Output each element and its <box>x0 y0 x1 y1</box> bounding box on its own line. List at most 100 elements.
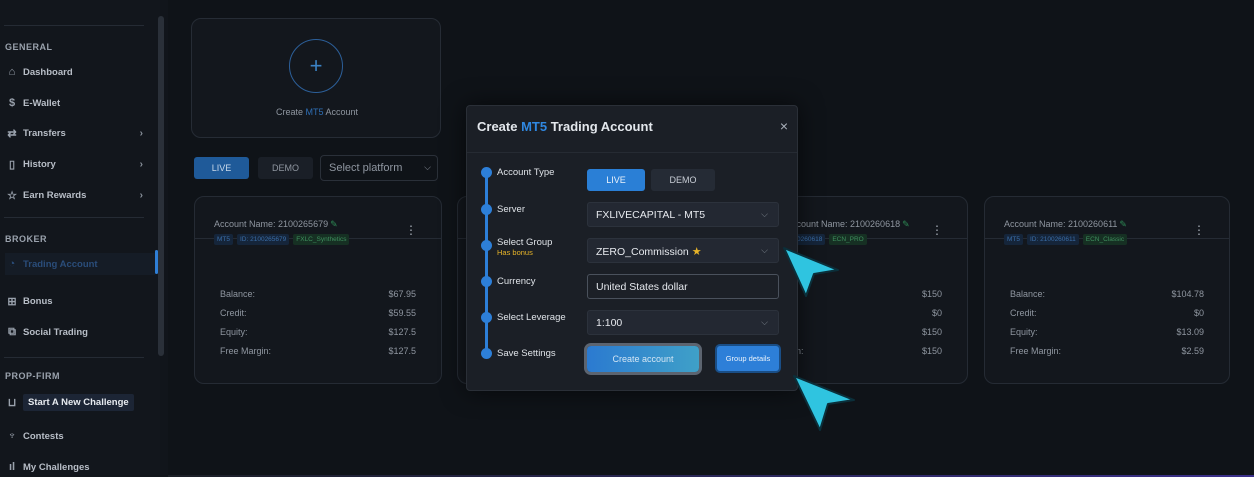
more-options-icon[interactable]: ⋮ <box>1193 223 1205 237</box>
group-details-button[interactable]: Group details <box>717 346 779 371</box>
sidebar-item-history[interactable]: ▯ History › <box>5 153 155 175</box>
modal-title-suffix: Trading Account <box>547 119 653 134</box>
modal-title: Create MT5 Trading Account <box>477 119 653 134</box>
close-icon[interactable]: × <box>780 118 788 134</box>
server-select[interactable]: FXLIVECAPITAL - MT5 ⌵ <box>587 202 779 227</box>
account-type-demo-button[interactable]: DEMO <box>651 169 715 191</box>
sidebar-item-label: Earn Rewards <box>23 189 87 201</box>
sidebar-item-earn-rewards[interactable]: ☆ Earn Rewards › <box>5 184 155 206</box>
create-account-button[interactable]: Create account <box>587 346 699 372</box>
sidebar-item-social-trading[interactable]: ⧉ Social Trading <box>5 321 155 343</box>
sidebar-item-my-challenges[interactable]: ıl My Challenges <box>5 456 155 477</box>
stat-value: $0 <box>931 308 942 318</box>
id-tag: ID: 2100260611 <box>1027 234 1079 245</box>
tab-demo[interactable]: DEMO <box>258 157 313 179</box>
modal-divider <box>467 152 797 153</box>
transfer-icon: ⇄ <box>7 127 17 140</box>
stat-label: Free Margin: <box>220 346 272 356</box>
start-challenge-button[interactable]: Start A New Challenge <box>23 393 134 411</box>
edit-icon[interactable]: ✎ <box>1119 219 1127 229</box>
create-label-platform: MT5 <box>305 107 324 117</box>
account-type-live-button[interactable]: LIVE <box>587 169 645 191</box>
step-dot <box>481 167 492 178</box>
tab-live[interactable]: LIVE <box>194 157 249 179</box>
pointer-cursor-icon <box>783 247 839 297</box>
platform-select[interactable]: Select platform ⌵ <box>320 155 438 181</box>
stat-value: $104.78 <box>1171 289 1204 299</box>
account-name-text: Account Name: 2100265679 <box>214 219 329 229</box>
create-account-modal: Create MT5 Trading Account × Account Typ… <box>466 105 798 391</box>
sidebar-item-trading-account[interactable]: ◔ Trading Account <box>5 253 155 275</box>
group-select[interactable]: ZERO_Commission ★ ⌵ <box>587 238 779 263</box>
sidebar-scrollbar[interactable] <box>158 16 164 356</box>
trophy-icon: ♆ <box>7 430 17 442</box>
home-icon: ⌂ <box>8 66 16 78</box>
platform-tag: MT5 <box>214 234 233 245</box>
leverage-select[interactable]: 1:100 ⌵ <box>587 310 779 335</box>
sidebar-item-label: Social Trading <box>23 326 88 338</box>
account-tags: MT5 ID: 2100265679 FXLC_Synthetics <box>214 234 350 245</box>
account-stats: $150 $0 $150 n: $150 <box>796 289 942 365</box>
group-select-value: ZERO_Commission <box>596 246 689 258</box>
stat-row: Equity: $13.09 <box>1010 327 1204 346</box>
chevron-right-icon: › <box>139 189 143 201</box>
plus-icon[interactable]: + <box>289 39 343 93</box>
group-tag: ECN_Classic <box>1082 234 1128 245</box>
stat-row: Balance: $67.95 <box>220 289 416 308</box>
sidebar-item-contests[interactable]: ♆ Contests <box>5 425 155 447</box>
account-name-text: Account Name: 2100260611 <box>1004 219 1118 229</box>
stat-value: $127.5 <box>388 327 416 337</box>
step-select-group: Select Group <box>497 237 553 248</box>
step-dot <box>481 312 492 323</box>
stat-value: $59.55 <box>388 308 416 318</box>
modal-title-prefix: Create <box>477 119 522 134</box>
stat-row: Free Margin: $127.5 <box>220 346 416 365</box>
sidebar-divider <box>4 217 144 218</box>
sidebar-item-start-challenge[interactable]: ⊔ Start A New Challenge <box>5 391 155 413</box>
stat-row: Credit: $0 <box>1010 308 1204 327</box>
sidebar: GENERAL ⌂ Dashboard $ E-Wallet ⇄ Transfe… <box>0 0 160 477</box>
gift-icon: ⊞ <box>7 295 17 308</box>
book-icon: ▯ <box>8 158 16 171</box>
account-tags: MT5 ID: 2100260611 ECN_Classic <box>1004 234 1128 245</box>
create-label-suffix: Account <box>323 107 359 117</box>
chart-icon: ◔ <box>8 258 16 270</box>
stat-row: Free Margin: $2.59 <box>1010 346 1204 365</box>
stat-label: Equity: <box>1010 327 1038 337</box>
stat-value: $127.5 <box>388 346 416 356</box>
account-card: Account Name: 2100260611 ✎ MT5 ID: 210026… <box>984 196 1230 384</box>
step-currency: Currency <box>497 276 536 287</box>
stat-row: $150 <box>796 327 942 346</box>
create-account-card[interactable]: + Create MT5 Account <box>191 18 441 138</box>
chevron-down-icon: ⌵ <box>424 162 431 172</box>
sidebar-item-bonus[interactable]: ⊞ Bonus <box>5 290 155 312</box>
platform-tag: MT5 <box>1004 234 1023 245</box>
sidebar-item-dashboard[interactable]: ⌂ Dashboard <box>5 61 155 83</box>
chevron-down-icon: ⌵ <box>761 317 768 327</box>
more-options-icon[interactable]: ⋮ <box>931 223 943 237</box>
sidebar-item-label: History <box>23 158 56 170</box>
dollar-icon: $ <box>8 97 16 109</box>
account-name: Account Name: 2100260618 ✎ <box>786 219 910 230</box>
stat-label: Credit: <box>220 308 247 318</box>
app-root: GENERAL ⌂ Dashboard $ E-Wallet ⇄ Transfe… <box>0 0 1254 477</box>
stat-row: Equity: $127.5 <box>220 327 416 346</box>
sidebar-divider <box>4 357 144 358</box>
stat-label: Balance: <box>220 289 256 299</box>
star-icon: ★ <box>691 246 702 258</box>
section-prop-firm: PROP-FIRM <box>5 371 60 381</box>
step-select-leverage: Select Leverage <box>497 312 566 323</box>
step-dot <box>481 204 492 215</box>
sidebar-item-transfers[interactable]: ⇄ Transfers › <box>5 122 155 144</box>
more-options-icon[interactable]: ⋮ <box>405 223 417 237</box>
edit-icon[interactable]: ✎ <box>902 219 910 229</box>
sidebar-item-label: Transfers <box>23 127 66 139</box>
modal-title-platform: MT5 <box>521 119 548 134</box>
edit-icon[interactable]: ✎ <box>330 219 338 229</box>
stat-row: Credit: $59.55 <box>220 308 416 327</box>
currency-field[interactable]: United States dollar <box>587 274 779 299</box>
sidebar-item-e-wallet[interactable]: $ E-Wallet <box>5 92 155 114</box>
id-tag: ID: 2100265679 <box>237 234 290 245</box>
stat-value: $2.59 <box>1181 346 1204 356</box>
copy-icon: ⧉ <box>8 325 16 338</box>
